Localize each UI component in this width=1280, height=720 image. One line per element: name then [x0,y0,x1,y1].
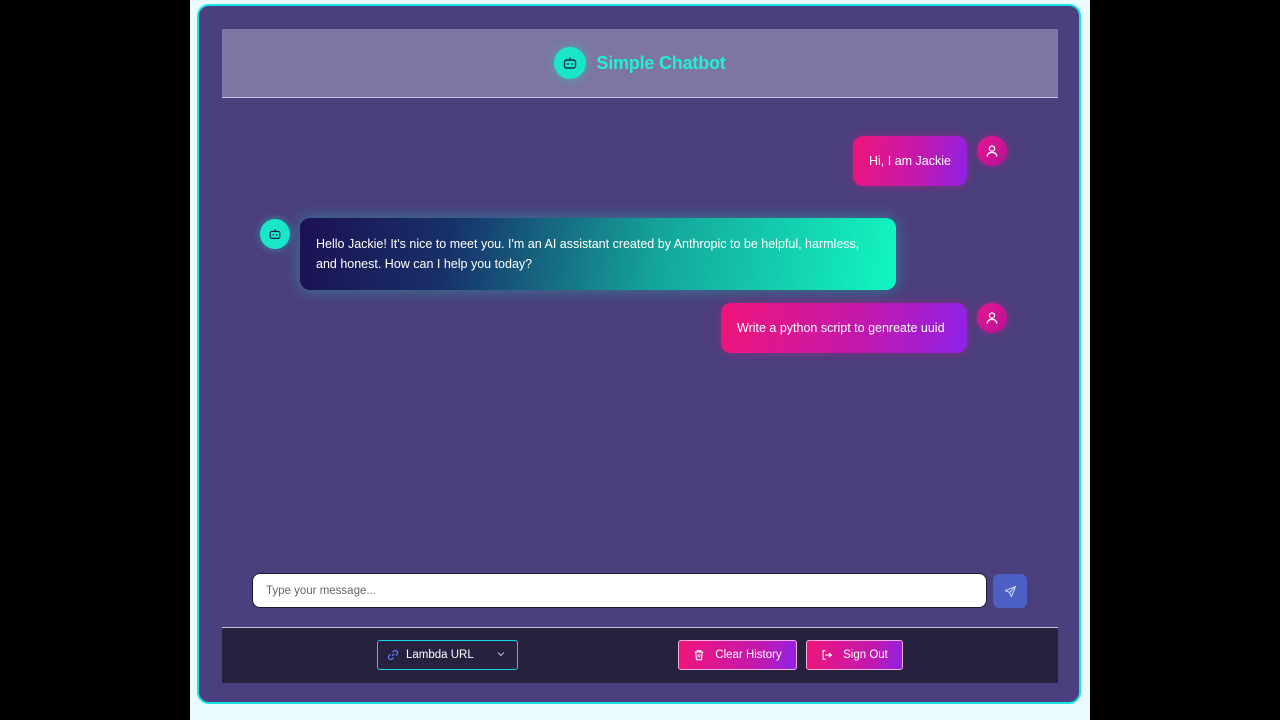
message-text: Hi, I am Jackie [869,154,951,168]
clear-history-button[interactable]: Clear History [678,640,797,670]
user-icon [977,303,1007,333]
chevron-down-icon [497,652,505,657]
message-text: Write a python script to genreate uuid [737,321,945,335]
page-title: Simple Chatbot [596,52,726,73]
app-header: Simple Chatbot [222,29,1058,98]
sign-out-button[interactable]: Sign Out [806,640,903,670]
message-input-container [252,573,987,608]
user-message-bubble: Write a python script to genreate uuid [721,303,967,353]
sign-out-icon [822,650,833,660]
sign-out-label: Sign Out [843,649,888,661]
message-text: Hello Jackie! It's nice to meet you. I'm… [316,237,860,271]
send-icon [1004,585,1016,597]
link-icon [387,649,399,661]
trash-icon [694,650,704,661]
clear-history-label: Clear History [715,649,782,661]
endpoint-select[interactable]: Lambda URL [377,640,518,670]
message-input[interactable] [253,574,986,607]
bot-message-bubble: Hello Jackie! It's nice to meet you. I'm… [300,218,896,290]
app-footer [222,627,1058,683]
robot-icon [554,47,587,79]
user-message-bubble: Hi, I am Jackie [853,136,967,186]
robot-icon [260,219,290,249]
user-icon [977,136,1007,166]
send-button[interactable] [993,574,1027,608]
endpoint-select-value: Lambda URL [406,649,474,661]
